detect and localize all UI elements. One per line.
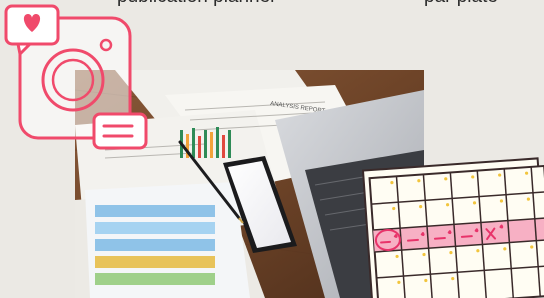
heading-right: par plate [424, 0, 498, 8]
calendar-icon [361, 157, 544, 298]
menu-icon [92, 112, 148, 150]
camera-icon [4, 4, 148, 150]
